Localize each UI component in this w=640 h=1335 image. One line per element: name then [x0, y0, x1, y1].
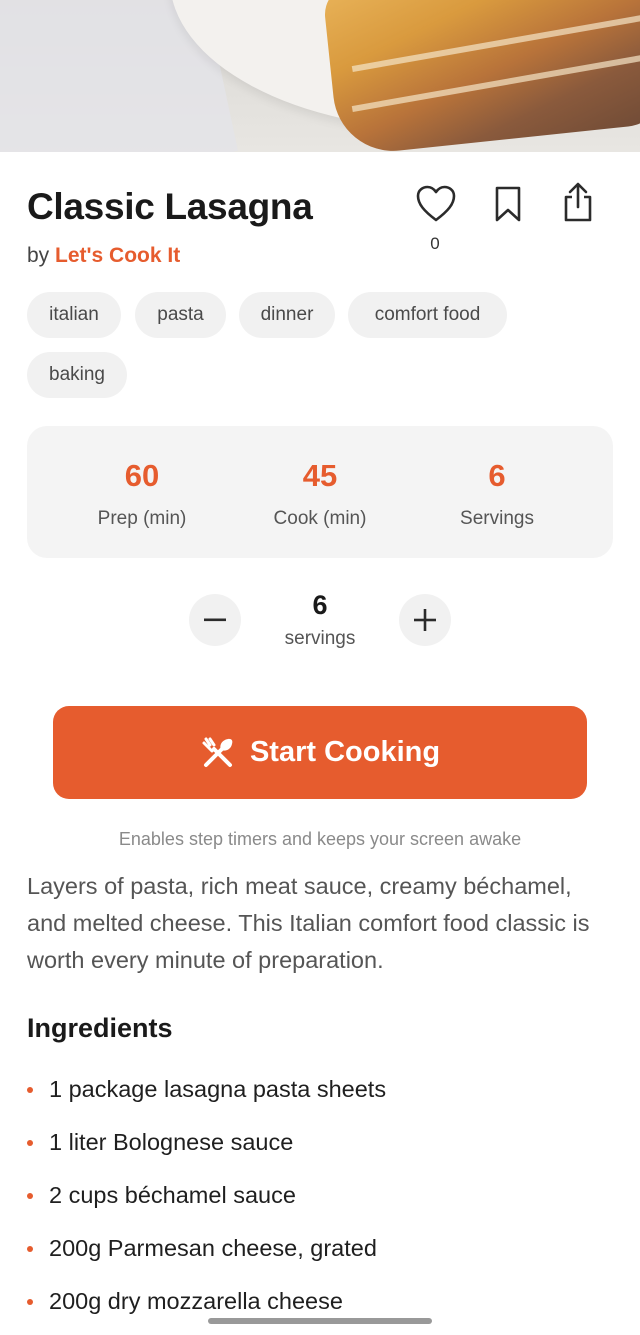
stat-label: Servings — [460, 508, 534, 529]
ingredient-text: 200g Parmesan cheese, grated — [49, 1235, 377, 1261]
list-item: 1 package lasagna pasta sheets — [27, 1070, 617, 1123]
plus-icon — [414, 609, 436, 631]
bullet-icon — [27, 1246, 33, 1252]
ingredient-text: 200g dry mozzarella cheese — [49, 1288, 343, 1314]
start-cooking-label: Start Cooking — [249, 736, 441, 768]
share-button[interactable] — [558, 180, 598, 224]
decrease-servings-button[interactable] — [189, 594, 241, 646]
byline-prefix: by — [27, 244, 50, 267]
utensils-icon — [202, 737, 233, 767]
like-button[interactable] — [414, 182, 458, 226]
stat-label: Prep (min) — [97, 508, 187, 529]
stat-label: Cook (min) — [273, 508, 367, 529]
like-count: 0 — [430, 234, 440, 253]
bullet-icon — [27, 1087, 33, 1093]
ingredient-text: 1 liter Bolognese sauce — [49, 1129, 294, 1155]
increase-servings-button[interactable] — [399, 594, 451, 646]
servings-value: 6 — [312, 590, 328, 620]
tag-chip[interactable]: dinner — [239, 292, 335, 338]
stat-value: 60 — [124, 458, 160, 493]
bookmark-button[interactable] — [488, 182, 528, 226]
recipe-title: Classic Lasagna — [27, 186, 313, 227]
start-cooking-hint: Enables step timers and keeps your scree… — [118, 829, 522, 849]
start-cooking-button[interactable]: Start Cooking — [53, 706, 587, 799]
tag-chip[interactable]: comfort food — [348, 292, 507, 338]
heart-icon — [416, 185, 456, 222]
tag-chip[interactable]: baking — [27, 352, 127, 398]
stat-value: 6 — [488, 458, 506, 493]
author-link[interactable]: Let's Cook It — [55, 244, 180, 267]
list-item: 2 cups béchamel sauce — [27, 1176, 617, 1229]
list-item: 1 liter Bolognese sauce — [27, 1123, 617, 1176]
list-item: 200g dry mozzarella cheese — [27, 1282, 617, 1335]
bullet-icon — [27, 1299, 33, 1305]
ingredients-heading: Ingredients — [27, 1013, 173, 1043]
share-icon — [564, 182, 592, 222]
recipe-byline: by Let's Cook It — [27, 244, 180, 268]
bookmark-icon — [495, 186, 521, 222]
servings-label: servings — [284, 628, 356, 649]
ingredients-list: 1 package lasagna pasta sheets 1 liter B… — [27, 1070, 617, 1335]
bullet-icon — [27, 1140, 33, 1146]
minus-icon — [204, 618, 226, 622]
home-indicator[interactable] — [208, 1318, 432, 1324]
recipe-stats-panel: 60 Prep (min) 45 Cook (min) 6 Servings — [27, 426, 613, 558]
tag-chip[interactable]: italian — [27, 292, 121, 338]
bullet-icon — [27, 1193, 33, 1199]
list-item: 200g Parmesan cheese, grated — [27, 1229, 617, 1282]
recipe-description: Layers of pasta, rich meat sauce, creamy… — [27, 873, 590, 973]
ingredient-text: 2 cups béchamel sauce — [49, 1182, 296, 1208]
ingredient-text: 1 package lasagna pasta sheets — [49, 1076, 387, 1102]
stat-value: 45 — [302, 458, 338, 493]
tag-chip[interactable]: pasta — [135, 292, 226, 338]
recipe-hero-image — [0, 0, 640, 152]
